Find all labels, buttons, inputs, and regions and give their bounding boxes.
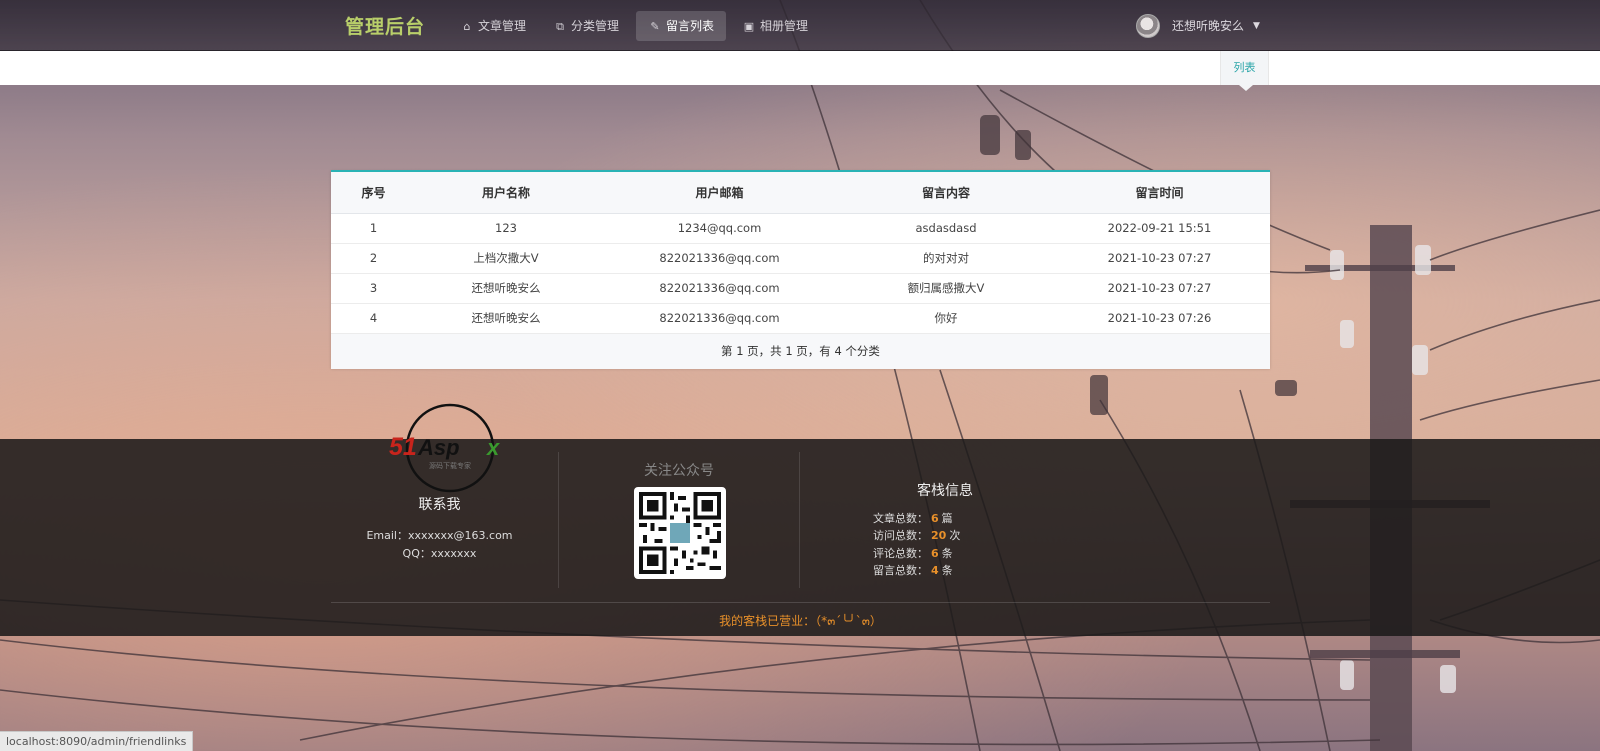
user-name: 还想听晚安么 [1172, 19, 1245, 33]
stat-label: 评论总数： [873, 547, 928, 560]
cell-email: 822021336@qq.com [596, 303, 843, 334]
cell-email: 822021336@qq.com [596, 273, 843, 304]
footer-divider-line [331, 602, 1270, 603]
stat-unit: 篇 [941, 512, 953, 525]
cell-username: 123 [416, 213, 596, 244]
nav-item-messages[interactable]: ✎ 留言列表 [636, 11, 727, 41]
cell-content: 额归属感撒大V [843, 273, 1049, 304]
stat-visits: 访问总数： 20 次 [873, 527, 960, 543]
logo-subtext: 源码下载专家 [429, 461, 471, 470]
cell-index: 3 [331, 273, 416, 304]
stat-articles: 文章总数： 6 篇 [873, 510, 953, 526]
message-table: 序号 用户名称 用户邮箱 留言内容 留言时间 1 123 1234@qq.com… [331, 172, 1270, 334]
tab-list[interactable]: 列表 [1220, 51, 1269, 85]
nav-item-label: 留言列表 [666, 19, 715, 33]
stat-value: 6 [931, 547, 939, 560]
cell-time: 2021-10-23 07:27 [1049, 243, 1270, 274]
stat-value: 4 [931, 564, 939, 577]
column-header: 用户名称 [416, 172, 596, 214]
message-table-card: 序号 用户名称 用户邮箱 留言内容 留言时间 1 123 1234@qq.com… [331, 170, 1270, 369]
cell-content: 你好 [843, 303, 1049, 334]
wechat-title: 关注公众号 [644, 463, 714, 479]
stat-value: 20 [931, 529, 947, 542]
home-icon: ⌂ [463, 20, 471, 33]
column-header: 用户邮箱 [596, 172, 843, 214]
stat-label: 文章总数： [873, 512, 928, 525]
table-row: 3 还想听晚安么 822021336@qq.com 额归属感撒大V 2021-1… [331, 273, 1270, 304]
nav-item-albums[interactable]: ▣ 相册管理 [730, 11, 820, 41]
contact-qq: QQ：xxxxxxx [402, 547, 477, 560]
cell-time: 2021-10-23 07:26 [1049, 303, 1270, 334]
nav-item-categories[interactable]: ⧉ 分类管理 [541, 11, 631, 41]
table-row: 4 还想听晚安么 822021336@qq.com 你好 2021-10-23 … [331, 303, 1270, 334]
copy-icon: ⧉ [556, 20, 564, 33]
stat-messages: 留言总数： 4 条 [873, 562, 953, 578]
nav-item-articles[interactable]: ⌂ 文章管理 [448, 11, 538, 41]
stat-comments: 评论总数： 6 条 [873, 545, 953, 561]
site-footer [0, 439, 1600, 636]
image-icon: ▣ [743, 20, 755, 33]
cell-time: 2022-09-21 15:51 [1049, 213, 1270, 244]
cell-username: 上档次撒大V [416, 243, 596, 274]
table-row: 1 123 1234@qq.com asdasdasd 2022-09-21 1… [331, 213, 1270, 244]
nav-item-label: 分类管理 [571, 19, 620, 33]
sub-toolbar: 列表 [0, 51, 1600, 85]
top-navbar: 管理后台 ⌂ 文章管理 ⧉ 分类管理 ✎ 留言列表 ▣ 相册管理 还想听晚安么 ▼ [0, 0, 1600, 51]
qr-code-image [639, 492, 721, 574]
table-row: 2 上档次撒大V 822021336@qq.com 的对对对 2021-10-2… [331, 243, 1270, 274]
cell-username: 还想听晚安么 [416, 273, 596, 304]
background-photo [0, 0, 1600, 751]
qr-code [634, 487, 726, 579]
cell-email: 1234@qq.com [596, 213, 843, 244]
cell-index: 1 [331, 213, 416, 244]
cell-index: 2 [331, 243, 416, 274]
table-header-row: 序号 用户名称 用户邮箱 留言内容 留言时间 [331, 172, 1270, 214]
stat-label: 访问总数： [873, 529, 928, 542]
column-header: 留言时间 [1049, 172, 1270, 214]
pagination-info: 第 1 页，共 1 页，有 4 个分类 [331, 333, 1270, 369]
cell-index: 4 [331, 303, 416, 334]
stat-unit: 次 [949, 529, 961, 542]
nav-item-label: 文章管理 [478, 19, 527, 33]
cell-time: 2021-10-23 07:27 [1049, 273, 1270, 304]
avatar [1136, 14, 1160, 38]
footer-slogan: 我的客栈已营业：（*๓´╰╯`๓） [719, 614, 882, 628]
stat-value: 6 [931, 512, 939, 525]
cell-username: 还想听晚安么 [416, 303, 596, 334]
logo-text-x: x [486, 435, 500, 460]
contact-email: Email：xxxxxxx@163.com [366, 529, 513, 542]
stat-label: 留言总数： [873, 564, 928, 577]
cell-content: 的对对对 [843, 243, 1049, 274]
app-brand[interactable]: 管理后台 [345, 12, 425, 39]
cell-content: asdasdasd [843, 213, 1049, 244]
nav-item-label: 相册管理 [760, 19, 809, 33]
stats-title: 客栈信息 [917, 483, 973, 499]
contact-title: 联系我 [418, 497, 461, 513]
stat-unit: 条 [941, 564, 953, 577]
caret-down-icon: ▼ [1253, 21, 1260, 31]
active-tab-pointer [1239, 85, 1253, 91]
cell-email: 822021336@qq.com [596, 243, 843, 274]
pencil-icon: ✎ [650, 20, 660, 33]
column-header: 留言内容 [843, 172, 1049, 214]
stat-unit: 条 [941, 547, 953, 560]
site-logo: 51 Asp x 源码下载专家 [389, 403, 500, 493]
logo-text-aspx: Asp [417, 435, 460, 460]
browser-status-url: localhost:8090/admin/friendlinks [0, 731, 194, 751]
column-header: 序号 [331, 172, 416, 214]
logo-text-51: 51 [389, 433, 417, 461]
